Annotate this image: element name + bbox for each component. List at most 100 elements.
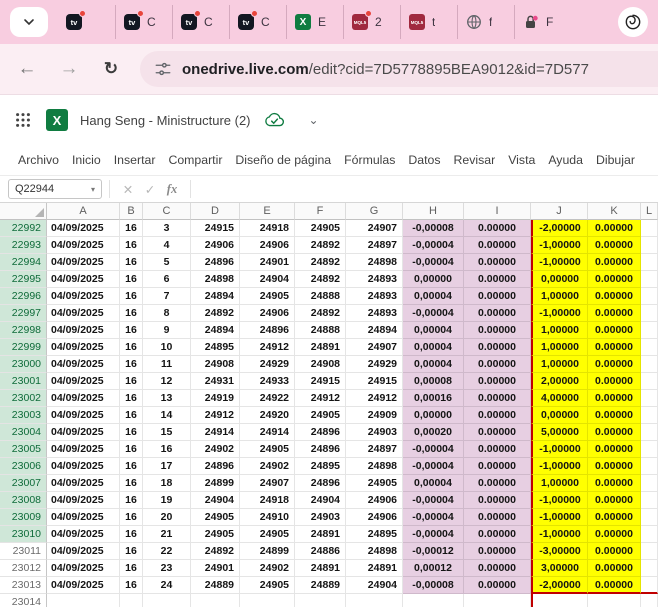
cell[interactable] bbox=[641, 577, 658, 594]
cell[interactable]: 16 bbox=[120, 424, 143, 441]
cell[interactable]: 24920 bbox=[240, 407, 295, 424]
cell[interactable]: 24904 bbox=[295, 492, 346, 509]
row-header[interactable]: 23002 bbox=[0, 390, 47, 407]
cell[interactable]: 24915 bbox=[191, 220, 240, 237]
column-header[interactable]: I bbox=[464, 203, 531, 220]
cell[interactable]: 5,00000 bbox=[531, 424, 588, 441]
cell[interactable]: 16 bbox=[120, 305, 143, 322]
cell[interactable]: 24908 bbox=[191, 356, 240, 373]
cell[interactable]: 0.00000 bbox=[464, 339, 531, 356]
insert-function-icon[interactable]: fx bbox=[161, 182, 183, 197]
cell[interactable] bbox=[641, 475, 658, 492]
cell[interactable]: 24906 bbox=[240, 237, 295, 254]
cell[interactable] bbox=[641, 271, 658, 288]
cell[interactable]: 0.00000 bbox=[588, 288, 641, 305]
cell[interactable]: 16 bbox=[120, 390, 143, 407]
cell[interactable]: 24904 bbox=[240, 271, 295, 288]
cell[interactable]: 24903 bbox=[346, 424, 403, 441]
cell[interactable] bbox=[641, 288, 658, 305]
cell[interactable] bbox=[641, 254, 658, 271]
row-header[interactable]: 23005 bbox=[0, 441, 47, 458]
cell[interactable]: 24901 bbox=[240, 254, 295, 271]
cell[interactable]: 0.00000 bbox=[588, 475, 641, 492]
column-header[interactable]: E bbox=[240, 203, 295, 220]
cell[interactable]: 0.00000 bbox=[588, 577, 641, 594]
row-header[interactable]: 23012 bbox=[0, 560, 47, 577]
cell[interactable]: 16 bbox=[120, 373, 143, 390]
cell[interactable]: 0.00000 bbox=[464, 305, 531, 322]
column-header[interactable]: K bbox=[588, 203, 641, 220]
cell[interactable]: 24907 bbox=[346, 220, 403, 237]
cell[interactable]: 04/09/2025 bbox=[47, 509, 120, 526]
cell[interactable]: 24912 bbox=[346, 390, 403, 407]
column-header[interactable]: H bbox=[403, 203, 464, 220]
column-header[interactable]: D bbox=[191, 203, 240, 220]
browser-tab[interactable]: XE bbox=[286, 5, 343, 39]
cell[interactable]: 24933 bbox=[240, 373, 295, 390]
cell[interactable]: 24906 bbox=[346, 509, 403, 526]
cell[interactable] bbox=[641, 322, 658, 339]
cell[interactable]: 16 bbox=[120, 288, 143, 305]
cell[interactable]: 24905 bbox=[191, 509, 240, 526]
cell[interactable]: 04/09/2025 bbox=[47, 577, 120, 594]
cell[interactable] bbox=[641, 424, 658, 441]
cell[interactable]: -0,00004 bbox=[403, 254, 464, 271]
cell[interactable]: 0.00000 bbox=[588, 322, 641, 339]
cell[interactable]: 18 bbox=[143, 475, 191, 492]
cell[interactable]: 0,00004 bbox=[403, 322, 464, 339]
cell[interactable]: 04/09/2025 bbox=[47, 356, 120, 373]
cell[interactable]: 24905 bbox=[191, 526, 240, 543]
cell[interactable]: 04/09/2025 bbox=[47, 254, 120, 271]
cell[interactable]: 0,00004 bbox=[403, 288, 464, 305]
cell[interactable]: 16 bbox=[120, 407, 143, 424]
cell[interactable]: -1,00000 bbox=[531, 458, 588, 475]
cell[interactable]: 0.00000 bbox=[464, 373, 531, 390]
cell[interactable]: 16 bbox=[120, 441, 143, 458]
cell[interactable]: 17 bbox=[143, 458, 191, 475]
cell[interactable] bbox=[641, 339, 658, 356]
row-header[interactable]: 22994 bbox=[0, 254, 47, 271]
column-header[interactable]: A bbox=[47, 203, 120, 220]
cell[interactable] bbox=[588, 594, 641, 607]
cell[interactable]: -0,00004 bbox=[403, 441, 464, 458]
cell[interactable]: 0.00000 bbox=[588, 509, 641, 526]
cell[interactable]: 24888 bbox=[295, 288, 346, 305]
browser-tab[interactable]: tv bbox=[58, 5, 115, 39]
cell[interactable]: 5 bbox=[143, 254, 191, 271]
cell[interactable]: 0.00000 bbox=[464, 458, 531, 475]
cell[interactable] bbox=[641, 594, 658, 607]
row-header[interactable]: 23013 bbox=[0, 577, 47, 594]
cell[interactable]: 0.00000 bbox=[464, 288, 531, 305]
cell[interactable]: -0,00004 bbox=[403, 509, 464, 526]
cell[interactable] bbox=[464, 594, 531, 607]
menu-diseno-de-pagina[interactable]: Diseño de página bbox=[235, 153, 331, 167]
cell[interactable] bbox=[641, 373, 658, 390]
cell[interactable]: 0.00000 bbox=[588, 373, 641, 390]
column-header[interactable]: F bbox=[295, 203, 346, 220]
cell[interactable]: 16 bbox=[120, 356, 143, 373]
row-header[interactable]: 22993 bbox=[0, 237, 47, 254]
cell[interactable]: 0.00000 bbox=[588, 339, 641, 356]
browser-tab[interactable]: F bbox=[514, 5, 571, 39]
cell[interactable]: -3,00000 bbox=[531, 543, 588, 560]
back-button[interactable]: ← bbox=[14, 56, 40, 82]
cell[interactable]: 12 bbox=[143, 373, 191, 390]
cell[interactable]: 0,00000 bbox=[403, 407, 464, 424]
cell[interactable]: 16 bbox=[120, 526, 143, 543]
cell[interactable]: 3,00000 bbox=[531, 560, 588, 577]
menu-datos[interactable]: Datos bbox=[408, 153, 440, 167]
cell[interactable]: 19 bbox=[143, 492, 191, 509]
cell[interactable]: 24898 bbox=[191, 271, 240, 288]
cell[interactable]: 24906 bbox=[346, 492, 403, 509]
cell[interactable]: 24898 bbox=[346, 254, 403, 271]
cell[interactable]: 0,00008 bbox=[403, 373, 464, 390]
browser-tab[interactable]: tvC bbox=[172, 5, 229, 39]
cell[interactable]: 24898 bbox=[346, 458, 403, 475]
menu-compartir[interactable]: Compartir bbox=[168, 153, 222, 167]
cell[interactable]: 24893 bbox=[346, 271, 403, 288]
cell[interactable]: 24896 bbox=[191, 254, 240, 271]
cell[interactable]: 0.00000 bbox=[464, 356, 531, 373]
cell[interactable]: 24907 bbox=[346, 339, 403, 356]
browser-tab[interactable]: tvC bbox=[229, 5, 286, 39]
formula-input[interactable] bbox=[198, 176, 650, 202]
